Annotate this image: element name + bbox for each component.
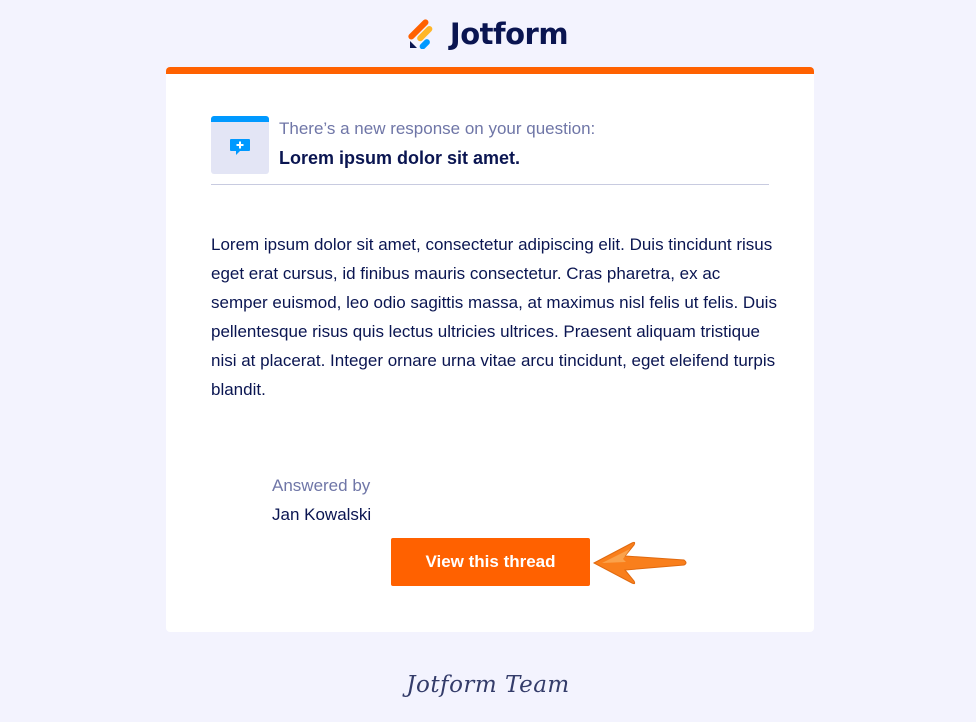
answer-author: Jan Kowalski	[272, 505, 372, 524]
question-bubble-icon	[211, 116, 269, 174]
notification-card: There’s a new response on your question:…	[166, 67, 814, 632]
answered-by-label: Answered by	[272, 476, 371, 495]
arrow-left-icon	[592, 541, 687, 585]
question-title[interactable]: Lorem ipsum dolor sit amet.	[279, 148, 520, 169]
response-body: Lorem ipsum dolor sit amet, consectetur …	[211, 235, 777, 399]
view-thread-button[interactable]: View this thread	[391, 538, 590, 586]
brand-name: Jotform	[449, 17, 569, 51]
jotform-logo[interactable]: Jotform	[408, 17, 569, 51]
divider	[211, 184, 769, 185]
email-header: Jotform	[0, 0, 976, 66]
notification-subtitle: There’s a new response on your question:	[279, 119, 596, 138]
signature: Jotform Team	[406, 672, 570, 698]
jotform-logo-icon	[408, 19, 433, 49]
card-accent-bar	[166, 67, 814, 74]
